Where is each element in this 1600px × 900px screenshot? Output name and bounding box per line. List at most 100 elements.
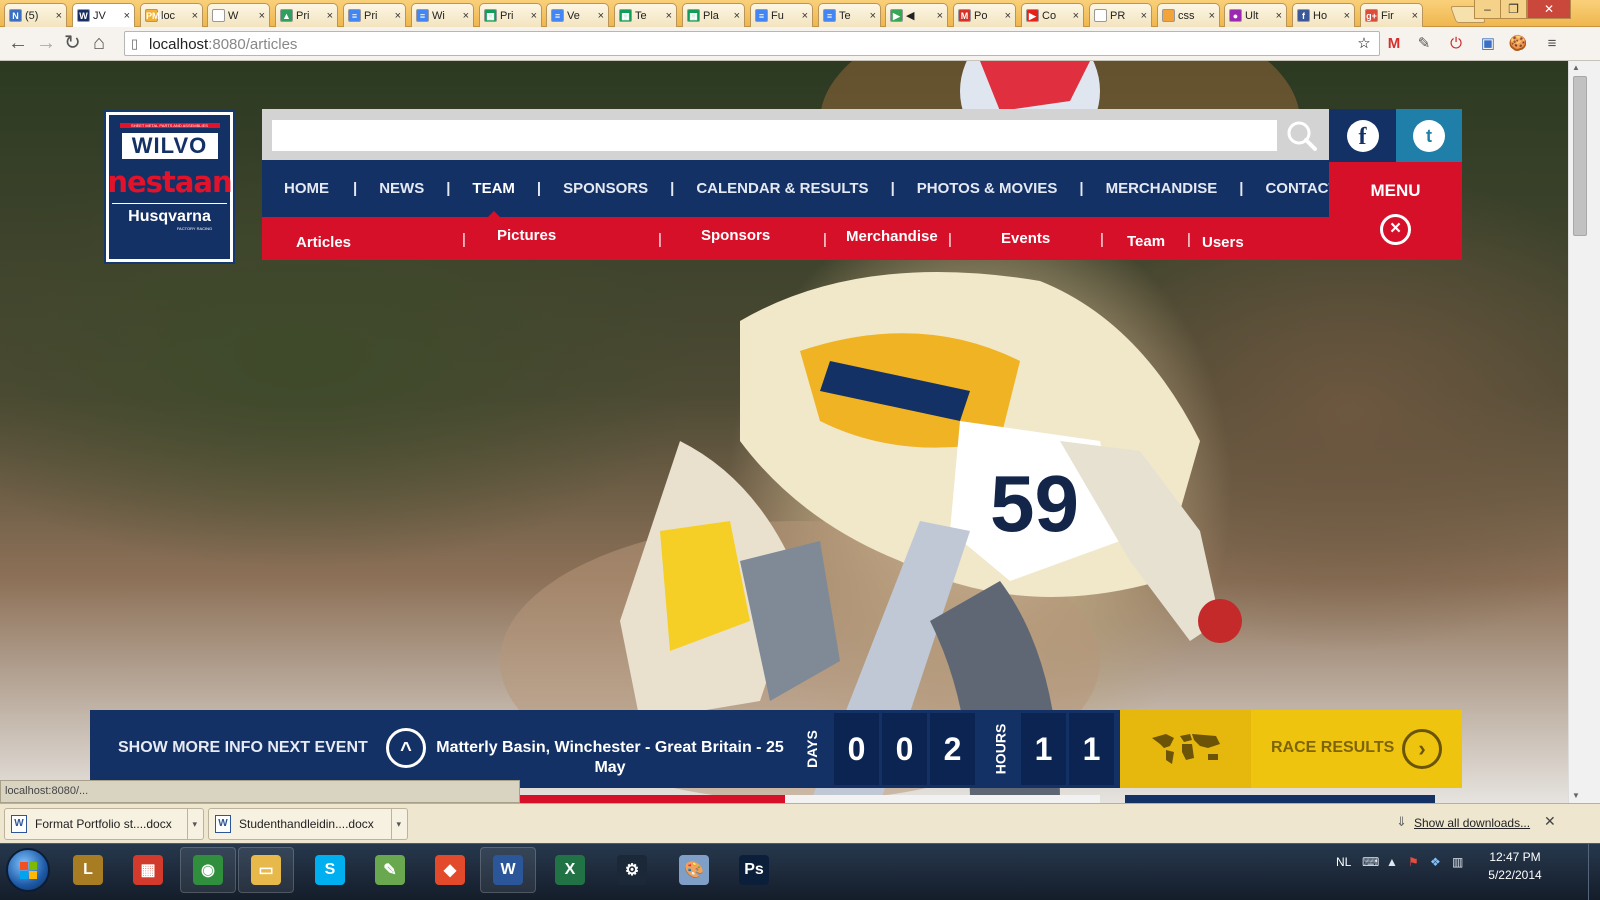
browser-tab[interactable]: W JV × [72, 3, 135, 27]
cookie-extension-icon[interactable]: 🍪 [1508, 34, 1528, 54]
browser-tab[interactable]: ≡ Ve × [546, 3, 609, 27]
home-icon[interactable]: ⌂ [93, 33, 105, 53]
scroll-up-icon[interactable]: ▲ [1572, 63, 1580, 72]
tab-close-icon[interactable]: × [395, 10, 401, 22]
subnav-articles[interactable]: Articles [296, 234, 351, 251]
taskbar-app-word[interactable]: W [480, 847, 536, 893]
tab-close-icon[interactable]: × [802, 10, 808, 22]
action-center-flag-icon[interactable]: ⚑ [1408, 855, 1419, 869]
tab-close-icon[interactable]: × [124, 10, 130, 22]
browser-tab[interactable]: f Ho × [1292, 3, 1355, 27]
tab-close-icon[interactable]: × [1412, 10, 1418, 22]
browser-tab[interactable]: PR × [1089, 3, 1152, 27]
scroll-down-icon[interactable]: ▼ [1572, 791, 1580, 800]
subnav-merchandise[interactable]: Merchandise [846, 228, 938, 245]
facebook-button[interactable]: f [1329, 109, 1396, 162]
forward-icon[interactable]: → [36, 33, 56, 53]
screen-extension-icon[interactable]: ▣ [1478, 34, 1498, 54]
browser-tab[interactable]: W × [207, 3, 270, 27]
browser-tab[interactable]: ▦ Pri × [479, 3, 542, 27]
chevron-up-icon[interactable]: ^ [386, 728, 426, 768]
nav-photos-movies[interactable]: PHOTOS & MOVIES [917, 180, 1058, 197]
subnav-sponsors[interactable]: Sponsors [701, 227, 770, 244]
search-input[interactable] [272, 120, 1277, 151]
browser-tab[interactable]: css × [1157, 3, 1220, 27]
nav-merchandise[interactable]: MERCHANDISE [1106, 180, 1218, 197]
tab-close-icon[interactable]: × [666, 10, 672, 22]
tab-close-icon[interactable]: × [1005, 10, 1011, 22]
subnav-pictures[interactable]: Pictures [497, 227, 556, 244]
minimize-icon[interactable]: – [1474, 0, 1501, 19]
taskbar-app-git[interactable]: ◆ [422, 847, 478, 893]
subnav-team[interactable]: Team [1127, 233, 1165, 250]
browser-tab[interactable]: ▶ Co × [1021, 3, 1084, 27]
twitter-button[interactable]: t [1396, 109, 1462, 162]
bookmark-star-icon[interactable]: ☆ [1354, 34, 1374, 54]
search-icon[interactable] [1282, 117, 1322, 153]
show-hidden-icons-icon[interactable]: ▲ [1386, 855, 1398, 869]
taskbar-app-photoshop[interactable]: Ps [726, 847, 782, 893]
taskbar-app-chrome[interactable]: ◉ [180, 847, 236, 893]
tab-close-icon[interactable]: × [1141, 10, 1147, 22]
subnav-users[interactable]: Users [1202, 234, 1244, 251]
language-indicator[interactable]: NL [1336, 855, 1351, 869]
browser-tab[interactable]: ▦ Pla × [682, 3, 745, 27]
tab-close-icon[interactable]: × [870, 10, 876, 22]
nav-news[interactable]: NEWS [379, 180, 424, 197]
taskbar-app-metro[interactable]: ▦ [120, 847, 176, 893]
tab-close-icon[interactable]: × [937, 10, 943, 22]
team-logo[interactable]: SHEET METAL PARTS AND ASSEMBLIES WILVO n… [104, 110, 235, 264]
nav-team[interactable]: TEAM [472, 180, 515, 218]
power-extension-icon[interactable]: ⏻ [1446, 34, 1466, 54]
tab-close-icon[interactable]: × [327, 10, 333, 22]
taskbar-app-excel[interactable]: X [542, 847, 598, 893]
tab-close-icon[interactable]: × [1073, 10, 1079, 22]
maximize-icon[interactable]: ❐ [1500, 0, 1527, 19]
address-bar[interactable]: ▯ localhost:8080/articles [124, 31, 1380, 56]
download-item[interactable]: W Format Portfolio st....docx ▾ [4, 808, 204, 840]
start-button[interactable] [6, 848, 50, 892]
browser-tab[interactable]: ▶ ◀ × [885, 3, 948, 27]
chevron-down-icon[interactable]: ▾ [187, 809, 197, 839]
tab-close-icon[interactable]: × [56, 10, 62, 22]
tab-close-icon[interactable]: × [1209, 10, 1215, 22]
gmail-extension-icon[interactable]: M [1384, 34, 1404, 54]
nav-calendar-results[interactable]: CALENDAR & RESULTS [696, 180, 868, 197]
taskbar-app-explorer[interactable]: ▭ [238, 847, 294, 893]
taskbar-app-notepad[interactable]: ✎ [362, 847, 418, 893]
show-all-downloads-link[interactable]: Show all downloads... [1414, 816, 1530, 830]
clock-time[interactable]: 12:47 PM [1480, 850, 1550, 864]
browser-tab[interactable]: ≡ Fu × [750, 3, 813, 27]
tab-close-icon[interactable]: × [531, 10, 537, 22]
subnav-events[interactable]: Events [1001, 230, 1050, 247]
taskbar-app-league-of-legends[interactable]: L [60, 847, 116, 893]
browser-tab[interactable]: ≡ Te × [818, 3, 881, 27]
race-results-button[interactable]: RACE RESULTS › [1251, 710, 1462, 788]
tab-close-icon[interactable]: × [598, 10, 604, 22]
browser-tab[interactable]: ▲ Pri × [275, 3, 338, 27]
download-item[interactable]: W Studenthandleidin....docx ▾ [208, 808, 408, 840]
chrome-menu-icon[interactable]: ≡ [1542, 34, 1562, 54]
tab-close-icon[interactable]: × [1344, 10, 1350, 22]
close-icon[interactable]: ✕ [1544, 813, 1556, 830]
keyboard-icon[interactable]: ⌨ [1362, 855, 1379, 869]
clock-date[interactable]: 5/22/2014 [1480, 868, 1550, 882]
browser-tab[interactable]: ● Ult × [1224, 3, 1287, 27]
browser-tab[interactable]: ▦ Te × [614, 3, 677, 27]
menu-close-icon[interactable]: × [1380, 214, 1411, 245]
world-map-button[interactable] [1120, 710, 1251, 788]
tab-close-icon[interactable]: × [463, 10, 469, 22]
show-desktop-button[interactable] [1588, 844, 1600, 900]
window-close-icon[interactable]: ✕ [1527, 0, 1571, 19]
menu-button[interactable]: MENU × [1329, 162, 1462, 260]
browser-tab[interactable]: ≡ Wi × [411, 3, 474, 27]
nav-sponsors[interactable]: SPONSORS [563, 180, 648, 197]
taskbar-app-steam[interactable]: ⚙ [604, 847, 660, 893]
browser-tab[interactable]: M Po × [953, 3, 1016, 27]
network-icon[interactable]: ▥ [1452, 855, 1463, 869]
back-icon[interactable]: ← [8, 33, 28, 53]
browser-tab[interactable]: PMA loc × [140, 3, 203, 27]
scrollbar-thumb[interactable] [1573, 76, 1587, 236]
chevron-down-icon[interactable]: ▾ [391, 809, 401, 839]
show-more-info-label[interactable]: SHOW MORE INFO NEXT EVENT [118, 739, 368, 757]
